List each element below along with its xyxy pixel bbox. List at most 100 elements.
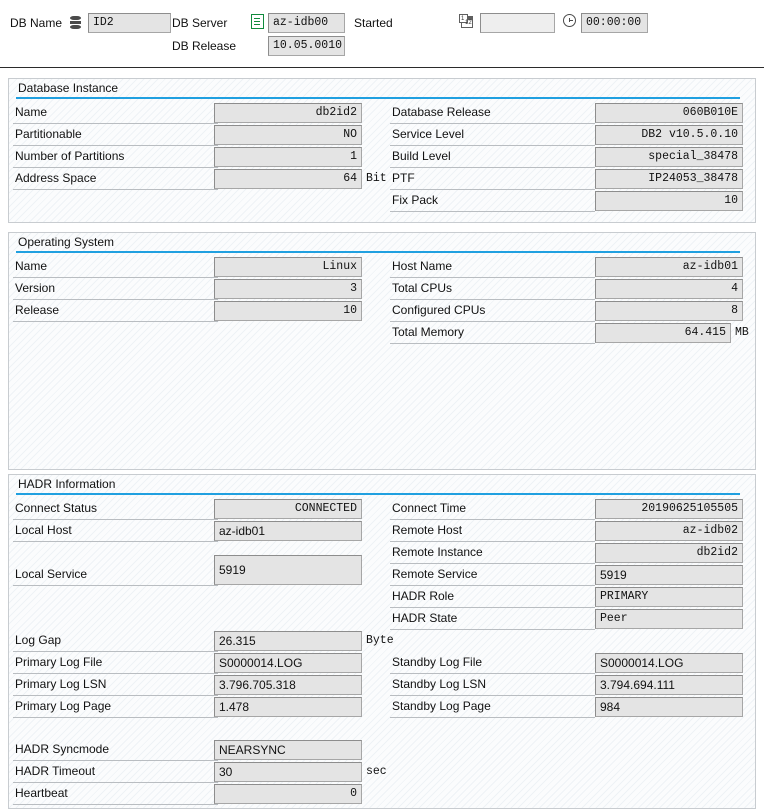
group-rule-operating-system [16,251,740,253]
unit-address-space: Bit [366,172,387,185]
label-hadr-syncmode: HADR Syncmode [13,739,218,761]
label-remote-instance: Remote Instance [390,542,595,564]
panel-hadr-information: HADR Information Connect Status CONNECTE… [8,474,756,809]
value-host-name: az-idb01 [595,257,743,277]
value-partitionable: NO [214,125,362,145]
db-name-value[interactable]: ID2 [88,13,171,33]
panel-operating-system: Operating System Name Linux Version 3 Re… [8,232,756,470]
label-standby-log-page: Standby Log Page [390,696,595,718]
label-heartbeat: Heartbeat [13,783,218,805]
label-primary-log-file: Primary Log File [13,652,218,674]
group-title-database-instance: Database Instance [18,81,119,95]
label-host-name: Host Name [390,256,595,278]
database-icon [69,16,82,30]
unit-hadr-timeout: sec [366,765,387,778]
value-connect-status: CONNECTED [214,499,362,519]
value-remote-instance: db2id2 [595,543,743,563]
value-fix-pack: 10 [595,191,743,211]
value-heartbeat: 0 [214,784,362,804]
label-remote-service: Remote Service [390,564,595,586]
value-hadr-timeout: 30 [214,762,362,782]
label-os-name: Name [13,256,218,278]
label-build-level: Build Level [390,146,595,168]
label-hadr-role: HADR Role [390,586,595,608]
value-name: db2id2 [214,103,362,123]
db-name-label: DB Name [10,16,63,30]
label-ptf: PTF [390,168,595,190]
value-os-release: 10 [214,301,362,321]
value-standby-log-lsn: 3.794.694.111 [595,675,743,695]
label-total-memory: Total Memory [390,322,595,344]
calendar-icon[interactable]: 1 12 [459,14,474,29]
label-primary-log-lsn: Primary Log LSN [13,674,218,696]
value-standby-log-file: S0000014.LOG [595,653,743,673]
group-title-hadr-information: HADR Information [18,477,116,491]
value-os-version: 3 [214,279,362,299]
value-ptf: IP24053_38478 [595,169,743,189]
db-server-group: DB Server [172,12,227,34]
value-standby-log-page: 984 [595,697,743,717]
label-local-host: Local Host [13,520,218,542]
label-log-gap: Log Gap [13,630,218,652]
value-primary-log-lsn: 3.796.705.318 [214,675,362,695]
value-configured-cpus: 8 [595,301,743,321]
label-standby-log-lsn: Standby Log LSN [390,674,595,696]
label-partitionable: Partitionable [13,124,218,146]
group-rule-database-instance [16,97,740,99]
value-remote-service: 5919 [595,565,743,585]
label-hadr-timeout: HADR Timeout [13,761,218,783]
started-group: Started [354,12,393,34]
clock-icon[interactable] [563,14,578,29]
label-os-release: Release [13,300,218,322]
label-address-space: Address Space [13,168,218,190]
started-time-value[interactable]: 00:00:00 [581,13,648,33]
value-hadr-state: Peer [595,609,743,629]
value-connect-time: 20190625105505 [595,499,743,519]
server-icon [251,14,264,29]
db-server-label: DB Server [172,16,228,30]
started-date-value[interactable] [480,13,555,33]
label-connect-status: Connect Status [13,498,218,520]
value-database-release: 060B010E [595,103,743,123]
value-hadr-role: PRIMARY [595,587,743,607]
label-hadr-state: HADR State [390,608,595,630]
label-os-version: Version [13,278,218,300]
label-configured-cpus: Configured CPUs [390,300,595,322]
label-standby-log-file: Standby Log File [390,652,595,674]
label-database-release: Database Release [390,102,595,124]
label-number-of-partitions: Number of Partitions [13,146,218,168]
value-local-host: az-idb01 [214,521,362,541]
started-label: Started [354,16,393,30]
group-rule-hadr-information [16,493,740,495]
db-release-value[interactable]: 10.05.0010 [268,36,345,56]
value-remote-host: az-idb02 [595,521,743,541]
value-primary-log-page: 1.478 [214,697,362,717]
label-name: Name [13,102,218,124]
unit-total-memory: MB [735,326,749,339]
db-release-label: DB Release [172,39,237,53]
label-service-level: Service Level [390,124,595,146]
value-build-level: special_38478 [595,147,743,167]
value-total-memory: 64.415 [595,323,731,343]
value-primary-log-file: S0000014.LOG [214,653,362,673]
label-remote-host: Remote Host [390,520,595,542]
toolbar-header: DB Name ID2 DB Server az-idb00 DB Releas… [0,0,764,68]
db-name-group: DB Name [10,12,62,34]
value-service-level: DB2 v10.5.0.10 [595,125,743,145]
value-total-cpus: 4 [595,279,743,299]
label-connect-time: Connect Time [390,498,595,520]
value-number-of-partitions: 1 [214,147,362,167]
panel-database-instance: Database Instance Name db2id2 Partitiona… [8,78,756,223]
value-hadr-syncmode: NEARSYNC [214,740,362,760]
label-local-service: Local Service [13,564,218,586]
value-address-space: 64 [214,169,362,189]
group-title-operating-system: Operating System [18,235,115,249]
unit-log-gap: Byte [366,634,394,647]
label-primary-log-page: Primary Log Page [13,696,218,718]
value-log-gap: 26.315 [214,631,362,651]
value-os-name: Linux [214,257,362,277]
label-total-cpus: Total CPUs [390,278,595,300]
value-local-service: 5919 [214,555,362,585]
db-release-group: DB Release [172,35,236,57]
db-server-value[interactable]: az-idb00 [268,13,345,33]
